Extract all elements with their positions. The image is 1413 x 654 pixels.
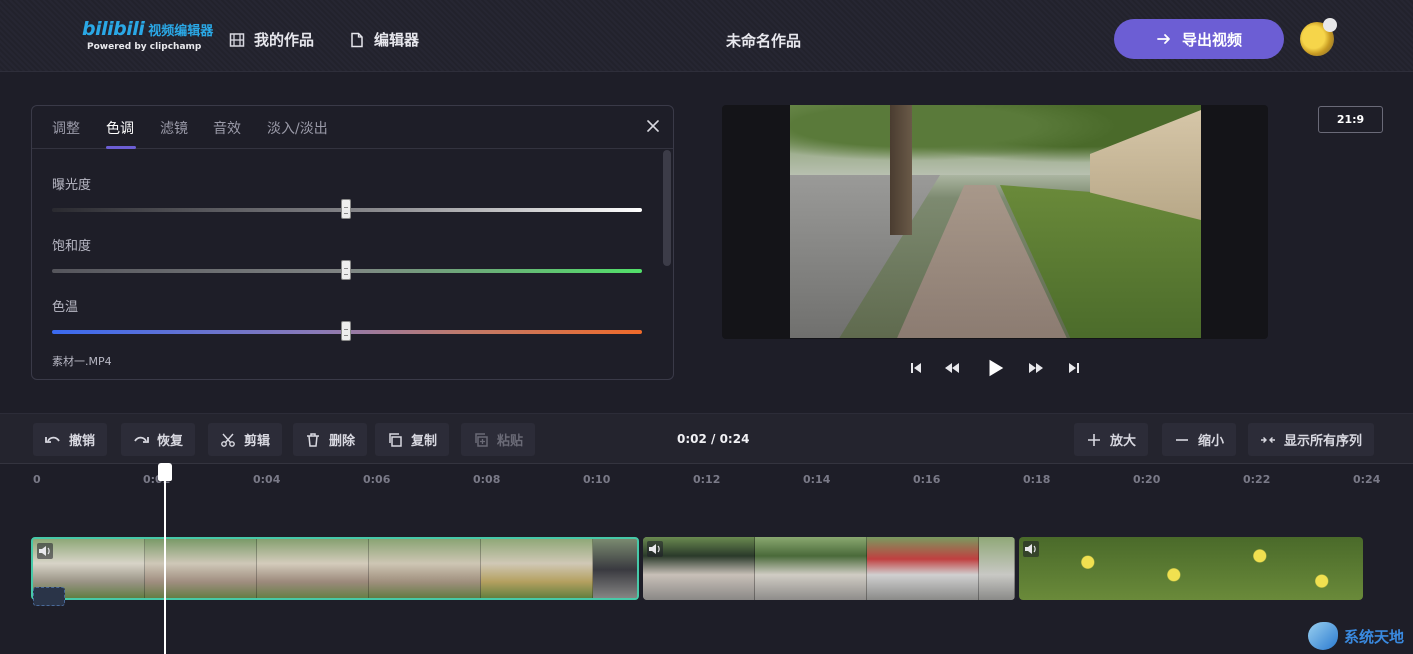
paste-label: 粘贴 (497, 434, 524, 449)
nav-my-works[interactable]: 我的作品 (229, 29, 314, 50)
delete-button[interactable]: 删除 (293, 423, 368, 456)
video-clip-3[interactable] (1019, 537, 1363, 600)
export-video-button[interactable]: 导出视频 (1114, 19, 1284, 59)
temperature-label: 色温 (52, 300, 79, 315)
tab-adjust[interactable]: 调整 (52, 118, 80, 138)
ruler-label: 0:04 (253, 473, 281, 486)
clip-filename: 素材一.MP4 (52, 355, 112, 368)
zoom-in-button[interactable]: 放大 (1074, 423, 1149, 456)
video-preview[interactable] (790, 105, 1201, 338)
minus-icon (1176, 438, 1188, 441)
redo-label: 恢复 (157, 434, 184, 449)
audio-icon[interactable] (647, 541, 663, 557)
video-clip-2[interactable] (643, 537, 1015, 600)
exposure-slider-thumb[interactable] (341, 199, 351, 219)
close-icon[interactable] (645, 118, 661, 134)
watermark-logo-icon (1308, 622, 1338, 650)
playhead-handle[interactable] (158, 463, 172, 481)
ruler-label: 0:10 (583, 473, 611, 486)
zoom-out-button[interactable]: 缩小 (1162, 423, 1237, 456)
copy-button[interactable]: 复制 (375, 423, 450, 456)
app-logo[interactable]: bilibili 视频编辑器 Powered by clipchamp (82, 18, 213, 52)
saturation-slider-thumb[interactable] (341, 260, 351, 280)
panel-scrollbar[interactable] (663, 150, 671, 266)
film-icon (229, 32, 245, 47)
nav-my-works-label: 我的作品 (254, 31, 315, 49)
ruler-label: 0:12 (693, 473, 721, 486)
document-icon (351, 32, 363, 47)
ruler-label: 0 (33, 473, 41, 486)
ruler-label: 0:22 (1243, 473, 1271, 486)
watermark: 系统天地 (1308, 622, 1404, 650)
active-tab-indicator (106, 146, 136, 149)
play-icon[interactable] (984, 356, 1006, 380)
project-title[interactable]: 未命名作品 (726, 30, 801, 51)
aspect-ratio-button[interactable]: 21:9 (1318, 106, 1383, 133)
audio-icon[interactable] (1023, 541, 1039, 557)
logo-powered-by: Powered by clipchamp (87, 42, 202, 52)
show-all-sequences-button[interactable]: 显示所有序列 (1248, 423, 1375, 456)
logo-brand: bilibili (82, 18, 145, 40)
paste-button[interactable]: 粘贴 (461, 423, 536, 456)
zoom-in-label: 放大 (1110, 434, 1137, 449)
fit-arrows-icon (1261, 436, 1275, 443)
temperature-slider-thumb[interactable] (341, 321, 351, 341)
plus-icon (1088, 433, 1100, 446)
rewind-icon[interactable] (944, 360, 960, 376)
tab-filter[interactable]: 滤镜 (160, 118, 188, 138)
nav-editor-label: 编辑器 (374, 31, 420, 49)
paste-icon (475, 432, 488, 447)
ruler-label: 0:18 (1023, 473, 1051, 486)
redo-icon (134, 436, 149, 443)
nav-editor[interactable]: 编辑器 (349, 29, 419, 50)
trash-icon (307, 432, 319, 447)
cut-label: 剪辑 (244, 434, 271, 449)
skip-start-icon[interactable] (908, 360, 924, 376)
ruler-label: 0:08 (473, 473, 501, 486)
tab-fade[interactable]: 淡入/淡出 (267, 118, 328, 138)
tab-audio[interactable]: 音效 (213, 118, 241, 138)
panel-tabs: 调整 色调 滤镜 音效 淡入/淡出 (32, 106, 673, 149)
audio-icon[interactable] (37, 543, 53, 559)
fast-forward-icon[interactable] (1028, 360, 1044, 376)
timeline-ruler[interactable]: 0 0:02 0:04 0:06 0:08 0:10 0:12 0:14 0:1… (0, 463, 1413, 493)
scissors-icon (221, 433, 235, 447)
copy-label: 复制 (411, 434, 438, 449)
tab-color[interactable]: 色调 (106, 118, 134, 138)
saturation-label: 饱和度 (52, 239, 92, 254)
zoom-out-label: 缩小 (1198, 434, 1225, 449)
watermark-text: 系统天地 (1344, 627, 1405, 646)
export-video-label: 导出视频 (1181, 30, 1242, 49)
ruler-label: 0:16 (913, 473, 941, 486)
app-header: bilibili 视频编辑器 Powered by clipchamp 我的作品… (0, 0, 1413, 72)
ruler-label: 0:20 (1133, 473, 1161, 486)
video-clip-1[interactable] (31, 537, 639, 600)
undo-icon (45, 436, 60, 443)
delete-label: 删除 (329, 434, 356, 449)
caption-track-icon[interactable] (33, 587, 65, 606)
notification-dot (1323, 18, 1337, 32)
undo-button[interactable]: 撤销 (33, 423, 108, 456)
skip-end-icon[interactable] (1066, 360, 1082, 376)
cut-button[interactable]: 剪辑 (208, 423, 283, 456)
undo-label: 撤销 (69, 434, 96, 449)
playhead[interactable] (164, 478, 166, 654)
ruler-label: 0:24 (1353, 473, 1381, 486)
exposure-label: 曝光度 (52, 178, 92, 193)
timeline-toolbar: 撤销 恢复 剪辑 删除 复制 粘贴 0:02 / 0:24 放大 缩小 显示所有… (0, 413, 1413, 463)
logo-subtitle: 视频编辑器 (148, 24, 214, 39)
timecode: 0:02 / 0:24 (677, 432, 750, 446)
redo-button[interactable]: 恢复 (121, 423, 196, 456)
copy-icon (389, 432, 402, 447)
playback-controls (904, 356, 1084, 382)
ruler-label: 0:06 (363, 473, 391, 486)
show-all-sequences-label: 显示所有序列 (1284, 434, 1363, 449)
arrow-right-icon (1157, 34, 1170, 44)
ruler-label: 0:14 (803, 473, 831, 486)
properties-panel: 调整 色调 滤镜 音效 淡入/淡出 曝光度 饱和度 色温 素材一.MP4 (31, 105, 674, 380)
